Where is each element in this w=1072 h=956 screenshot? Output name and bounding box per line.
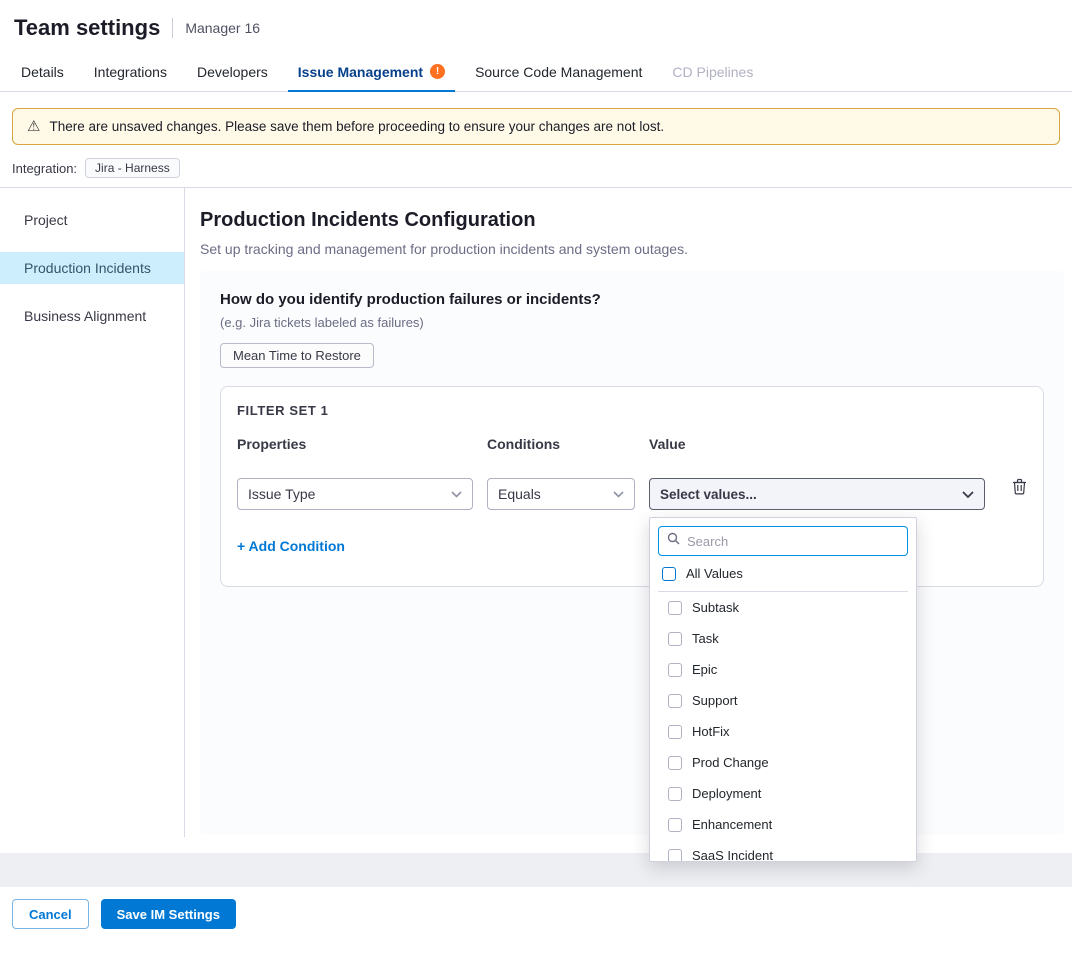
chevron-down-icon [962, 487, 974, 502]
option-checkbox[interactable] [668, 601, 682, 615]
footer-actions: Cancel Save IM Settings [0, 887, 1072, 941]
dropdown-option[interactable]: SaaS Incident [658, 840, 908, 862]
banner-text: There are unsaved changes. Please save t… [49, 119, 664, 134]
filter-set-box: FILTER SET 1 Properties Conditions Value… [220, 386, 1044, 587]
tab-issue-management[interactable]: Issue Management ! [288, 52, 455, 91]
all-values-checkbox[interactable] [662, 567, 676, 581]
filter-set-title: FILTER SET 1 [237, 403, 1027, 418]
properties-column-label: Properties [237, 436, 473, 452]
tab-details[interactable]: Details [11, 52, 74, 91]
section-title: Production Incidents Configuration [200, 209, 1064, 232]
integration-row: Integration: Jira - Harness [12, 158, 1060, 178]
content: Project Production Incidents Business Al… [0, 187, 1072, 837]
option-checkbox[interactable] [668, 694, 682, 708]
search-input[interactable] [687, 534, 899, 549]
chevron-down-icon [451, 491, 462, 498]
main-panel: Production Incidents Configuration Set u… [185, 188, 1072, 837]
section-subtitle: Set up tracking and management for produ… [200, 241, 1064, 257]
dropdown-option[interactable]: Epic [658, 654, 908, 685]
value-cell: Select values... [649, 478, 985, 510]
question-hint: (e.g. Jira tickets labeled as failures) [220, 315, 1044, 330]
settings-sidebar: Project Production Incidents Business Al… [0, 188, 185, 837]
option-checkbox[interactable] [668, 725, 682, 739]
save-im-settings-button[interactable]: Save IM Settings [101, 899, 236, 929]
delete-filter-row-button[interactable] [999, 478, 1039, 495]
tab-developers[interactable]: Developers [187, 52, 278, 91]
dropdown-option[interactable]: Support [658, 685, 908, 716]
option-checkbox[interactable] [668, 756, 682, 770]
option-checkbox[interactable] [668, 849, 682, 863]
metric-chip[interactable]: Mean Time to Restore [220, 343, 374, 368]
dropdown-option[interactable]: Deployment [658, 778, 908, 809]
unsaved-changes-badge-icon: ! [430, 64, 445, 79]
property-select[interactable]: Issue Type [237, 478, 473, 510]
page-subtitle: Manager 16 [185, 20, 260, 36]
dropdown-option[interactable]: Subtask [658, 592, 908, 623]
dropdown-option-all-values[interactable]: All Values [658, 556, 908, 592]
tab-source-code-management[interactable]: Source Code Management [465, 52, 652, 91]
integration-chip[interactable]: Jira - Harness [85, 158, 180, 178]
dropdown-option[interactable]: Task [658, 623, 908, 654]
option-checkbox[interactable] [668, 818, 682, 832]
chevron-down-icon [613, 491, 624, 498]
filter-row: Issue Type Equals Select values.. [237, 452, 1027, 510]
value-multiselect[interactable]: Select values... [649, 478, 985, 510]
tab-integrations[interactable]: Integrations [84, 52, 177, 91]
search-icon [667, 532, 680, 550]
page-header: Team settings Manager 16 [0, 0, 1072, 52]
value-dropdown-panel: All Values Subtask Task Epic Support Hot… [649, 517, 917, 862]
config-card: How do you identify production failures … [200, 271, 1064, 835]
dropdown-option[interactable]: Enhancement [658, 809, 908, 840]
question-label: How do you identify production failures … [220, 291, 1044, 308]
option-checkbox[interactable] [668, 632, 682, 646]
tab-bar: Details Integrations Developers Issue Ma… [0, 52, 1072, 92]
integration-label: Integration: [12, 161, 77, 176]
sidebar-item-project[interactable]: Project [0, 204, 184, 236]
trash-icon [1012, 478, 1027, 495]
dropdown-option[interactable]: Prod Change [658, 747, 908, 778]
add-condition-button[interactable]: + Add Condition [237, 538, 345, 554]
tab-cd-pipelines: CD Pipelines [662, 52, 763, 91]
dropdown-option[interactable]: HotFix [658, 716, 908, 747]
value-column-label: Value [649, 436, 985, 452]
header-divider [172, 18, 173, 38]
warning-icon: ⚠ [27, 119, 40, 134]
option-checkbox[interactable] [668, 787, 682, 801]
filter-header-row: Properties Conditions Value [237, 418, 1027, 452]
conditions-column-label: Conditions [487, 436, 635, 452]
cancel-button[interactable]: Cancel [12, 899, 89, 929]
condition-select[interactable]: Equals [487, 478, 635, 510]
sidebar-item-production-incidents[interactable]: Production Incidents [0, 252, 184, 284]
page-title: Team settings [14, 15, 160, 41]
sidebar-item-business-alignment[interactable]: Business Alignment [0, 300, 184, 332]
option-checkbox[interactable] [668, 663, 682, 677]
unsaved-changes-banner: ⚠ There are unsaved changes. Please save… [12, 108, 1060, 145]
dropdown-search [658, 526, 908, 556]
